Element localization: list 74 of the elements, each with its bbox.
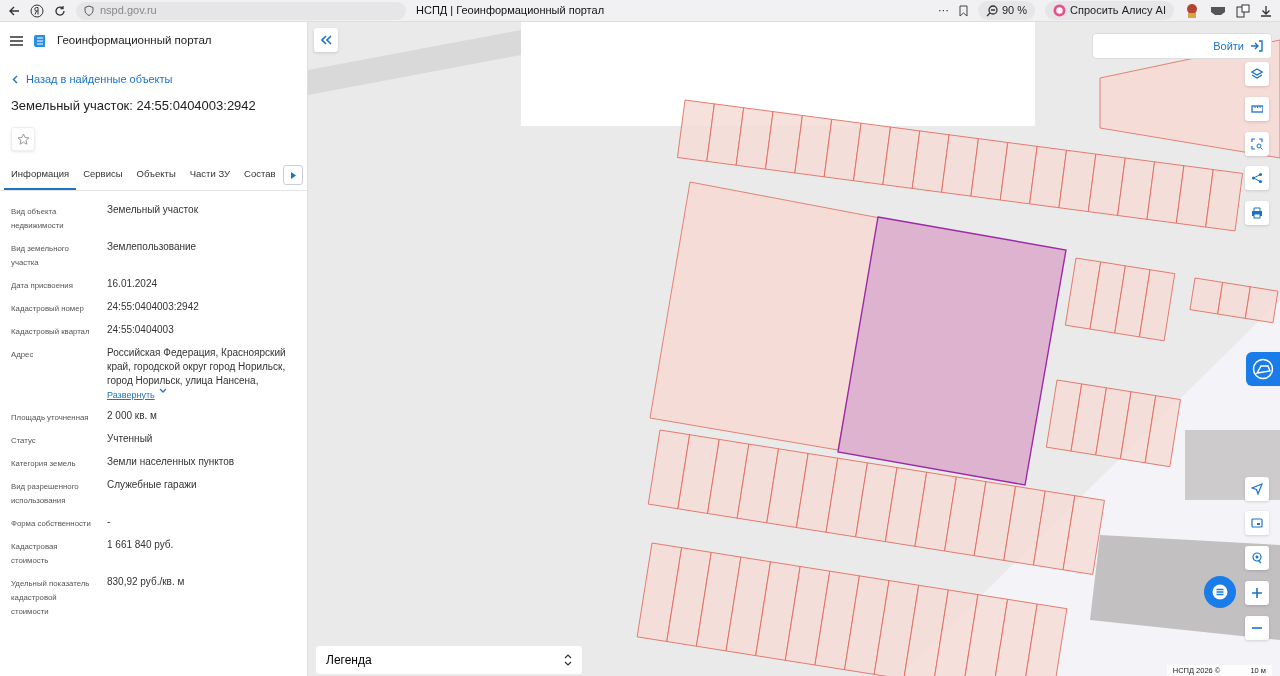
field-value: Учтенный bbox=[107, 431, 154, 446]
url-text: nspd.gov.ru bbox=[100, 3, 157, 19]
ask-alice-button[interactable]: Спросить Алису AI bbox=[1045, 1, 1174, 20]
field-value: 830,92 руб./кв. м bbox=[107, 574, 186, 589]
browser-logo-icon[interactable] bbox=[30, 3, 44, 18]
star-icon bbox=[16, 132, 30, 146]
ruler-button[interactable] bbox=[1245, 97, 1269, 121]
location-arrow-button[interactable] bbox=[1245, 477, 1269, 501]
reload-icon[interactable] bbox=[54, 4, 66, 17]
layers-icon bbox=[1251, 68, 1263, 80]
object-title: Земельный участок: 24:55:0404003:2942 bbox=[10, 96, 257, 115]
chat-icon bbox=[1212, 584, 1228, 600]
back-link[interactable]: Назад в найденные объекты bbox=[0, 59, 307, 94]
bookmark-icon[interactable] bbox=[958, 4, 968, 17]
minimap-icon bbox=[1251, 517, 1263, 529]
assistant-icon bbox=[1053, 4, 1067, 17]
print-icon bbox=[1251, 207, 1263, 219]
tab[interactable]: Состав bbox=[237, 161, 283, 190]
chevron-down-icon bbox=[158, 387, 167, 394]
more-menu[interactable]: ··· bbox=[937, 2, 949, 19]
field-value: Служебные гаражи bbox=[107, 477, 198, 492]
area-select-icon bbox=[1251, 138, 1263, 150]
location-arrow-icon bbox=[1251, 483, 1263, 495]
share-button[interactable] bbox=[1245, 166, 1269, 190]
field-value: Российская Федерация, Красноярский край, городской округ город Норильск, город Норильск, улица Нансена, bbox=[107, 345, 287, 388]
back-icon[interactable] bbox=[8, 4, 20, 17]
portal-logo-icon bbox=[33, 33, 47, 48]
ruler-icon bbox=[1251, 103, 1263, 115]
login-icon bbox=[1250, 40, 1263, 52]
pin-search-button[interactable] bbox=[1245, 546, 1269, 570]
menu-icon[interactable] bbox=[10, 35, 23, 46]
zoom-icon bbox=[985, 4, 998, 17]
page-title: НСПД | Геоинформационный портал bbox=[416, 3, 606, 19]
chevron-left-icon bbox=[12, 75, 18, 84]
field-value: 16.01.2024 bbox=[107, 276, 159, 291]
shield-icon bbox=[84, 5, 94, 16]
tab[interactable]: Информация bbox=[4, 161, 77, 190]
caret-right-icon bbox=[290, 171, 296, 179]
extension-icon[interactable] bbox=[1184, 2, 1200, 19]
area-select-button[interactable] bbox=[1245, 132, 1269, 156]
tab[interactable]: Объекты bbox=[129, 161, 183, 190]
legend-dropdown[interactable]: Легенда bbox=[316, 646, 582, 674]
scroll-tabs-button[interactable] bbox=[283, 165, 303, 186]
login-button[interactable]: Войти bbox=[1092, 33, 1272, 59]
tab[interactable]: Части ЗУ bbox=[182, 161, 238, 190]
pin-search-icon bbox=[1251, 552, 1263, 564]
zoom-level: 90 % bbox=[1001, 3, 1028, 19]
field-value: Земли населенных пунктов bbox=[107, 454, 236, 469]
zoom-in-button[interactable] bbox=[1245, 581, 1269, 605]
share-icon bbox=[1251, 172, 1263, 184]
collapse-panel-button[interactable] bbox=[314, 28, 338, 52]
minimap-button[interactable] bbox=[1245, 511, 1269, 535]
expand-link[interactable]: Развернуть bbox=[107, 387, 167, 402]
map-badge-icon bbox=[1252, 358, 1274, 380]
layers-button[interactable] bbox=[1245, 62, 1269, 86]
zoom-out-button[interactable] bbox=[1245, 616, 1269, 640]
download-icon[interactable] bbox=[1260, 4, 1272, 17]
sort-caret-icon bbox=[564, 654, 572, 666]
extension-icon[interactable] bbox=[1210, 5, 1226, 16]
portal-title: Геоинформационный портал bbox=[57, 33, 212, 48]
double-chevron-left-icon bbox=[320, 35, 332, 45]
field-value: Земельный участок bbox=[107, 202, 199, 217]
field-value: 2 000 кв. м bbox=[107, 408, 158, 423]
field-value: - bbox=[107, 514, 112, 529]
feedback-tab[interactable] bbox=[1246, 352, 1280, 386]
field-value: Землепользование bbox=[107, 239, 198, 254]
field-value: 24:55:0404003:2942 bbox=[107, 299, 200, 314]
tab[interactable]: Сервисы bbox=[76, 161, 130, 190]
print-button[interactable] bbox=[1245, 201, 1269, 225]
zoom-in-icon bbox=[1251, 587, 1263, 599]
extensions-icon[interactable] bbox=[1236, 3, 1250, 18]
field-value: 1 661 840 руб. bbox=[107, 537, 175, 552]
field-value: 24:55:0404003 bbox=[107, 322, 175, 337]
zoom-control[interactable]: 90 % bbox=[977, 1, 1036, 20]
